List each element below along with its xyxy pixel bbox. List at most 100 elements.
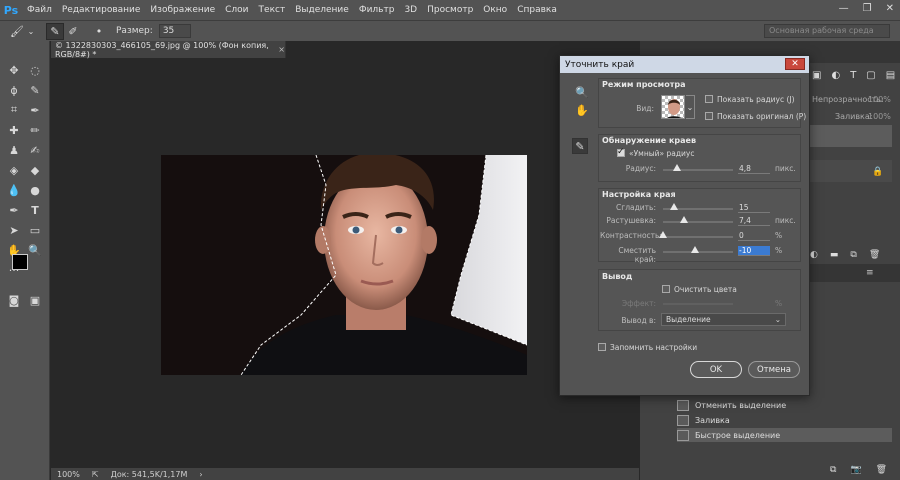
show-radius-checkbox[interactable] [705,95,713,103]
menu-item-9[interactable]: Окно [478,5,512,15]
dialog-title-bar[interactable]: Уточнить край ✕ [560,56,809,73]
history-item-active[interactable]: Быстрое выделение [677,428,892,442]
history-step-icon [677,399,689,411]
folder-icon[interactable]: ▬ [830,250,839,260]
contrast-slider-track[interactable] [663,236,733,238]
lasso-tool-icon[interactable]: ϕ [5,81,23,99]
shift-edge-value[interactable]: -10 [738,246,770,256]
shape-filter-icon[interactable]: ▢ [866,70,875,81]
blur-tool-icon[interactable]: 💧 [5,181,23,199]
chevron-right-icon[interactable]: › [199,470,202,479]
trash-icon[interactable]: 🗑 [876,465,887,475]
cancel-button[interactable]: Отмена [748,361,800,378]
menu-item-6[interactable]: Фильтр [354,5,400,15]
chevron-down-icon[interactable]: ⌄ [26,23,36,40]
dialog-close-button[interactable]: ✕ [785,58,805,70]
layer-row-selected[interactable] [810,125,892,147]
size-input[interactable]: 35 [158,24,191,38]
path-selection-icon[interactable]: ➤ [5,221,23,239]
brush-new-selection-icon[interactable]: ✎ [46,22,64,40]
rectangle-tool-icon[interactable]: ▭ [26,221,44,239]
menu-item-5[interactable]: Выделение [290,5,354,15]
camera-icon[interactable]: 📷 [850,465,861,475]
adjustment-layer-icon[interactable]: ◐ [810,250,818,260]
menu-item-8[interactable]: Просмотр [422,5,478,15]
feather-value[interactable]: 7,4 [738,216,770,226]
type-tool-icon[interactable]: T [26,201,44,219]
menu-item-7[interactable]: 3D [399,5,422,15]
menu-item-3[interactable]: Слои [220,5,253,15]
remember-settings-checkbox[interactable] [598,343,606,351]
trash-icon[interactable]: 🗑 [869,250,880,260]
brush-erase-icon[interactable]: ✐ [64,23,82,40]
quick-mask-icon[interactable]: ◙ [5,291,23,309]
menu-item-4[interactable]: Текст [254,5,291,15]
clone-stamp-icon[interactable]: ♟ [5,141,23,159]
type-filter-icon[interactable]: T [850,70,856,81]
zoom-tool-icon[interactable]: 🔍 [26,241,44,259]
screen-mode-icon[interactable]: ▣ [26,291,44,309]
menu-bar: Ps Файл Редактирование Изображение Слои Текс… [0,0,900,20]
amount-label: Эффект: [621,299,656,308]
menu-item-2[interactable]: Изображение [145,5,220,15]
shift-edge-slider-thumb[interactable] [690,246,699,253]
close-tab-icon[interactable]: × [278,45,285,54]
feather-slider-track[interactable] [663,221,733,223]
image-canvas[interactable] [161,155,527,375]
eraser-tool-icon[interactable]: ◈ [5,161,23,179]
marquee-tool-icon[interactable]: ◌ [26,61,44,79]
window-controls: — ❐ ✕ [839,3,894,14]
fill-value[interactable]: 100% [868,112,891,121]
adjustment-filter-icon[interactable]: ◐ [831,70,840,81]
close-window-button[interactable]: ✕ [886,3,894,14]
menu-item-10[interactable]: Справка [512,5,562,15]
radius-value[interactable]: 4,8 [738,164,770,174]
document-tab[interactable]: © 1322830303_466105_69.jpg @ 100% (Фон к… [51,41,286,59]
brush-tool-icon[interactable]: ✏ [26,121,44,139]
move-tool-icon[interactable]: ✥ [5,61,23,79]
pen-tool-icon[interactable]: ✒ [5,201,23,219]
dodge-tool-icon[interactable]: ● [26,181,44,199]
menu-item-1[interactable]: Редактирование [57,5,146,15]
smooth-slider-thumb[interactable] [669,203,678,210]
new-layer-icon[interactable]: ⧉ [850,250,856,260]
quick-selection-icon[interactable]: ✎ [26,81,44,99]
brush-preset-icon[interactable]: • [90,23,108,40]
zoom-tool-icon[interactable]: 🔍 [574,84,590,100]
output-to-select[interactable]: Выделение ⌄ [661,313,786,326]
history-item[interactable]: Заливка [677,413,892,427]
zoom-level[interactable]: 100% [57,470,80,479]
hand-tool-icon[interactable]: ✋ [574,102,590,118]
history-brush-icon[interactable]: ✍ [26,141,44,159]
smart-filter-icon[interactable]: ▤ [886,70,895,81]
new-document-from-state-icon[interactable]: ⧉ [830,465,836,475]
radius-slider-thumb[interactable] [673,164,681,171]
ok-button[interactable]: OK [690,361,742,378]
smart-radius-checkbox[interactable] [617,147,625,157]
opacity-value[interactable]: 100% [868,95,891,104]
contrast-value[interactable]: 0 [738,231,770,241]
crop-tool-icon[interactable]: ⌗ [5,101,23,119]
refine-radius-tool-icon[interactable]: ✎ [572,138,588,154]
feather-unit: пикс. [775,216,796,225]
foreground-color-swatch[interactable] [12,254,28,270]
contrast-slider-thumb[interactable] [659,231,667,238]
show-original-checkbox[interactable] [705,112,713,120]
paint-bucket-icon[interactable]: ◆ [26,161,44,179]
view-mode-thumbnail[interactable] [661,95,685,119]
pixel-filter-icon[interactable]: ▣ [812,70,821,81]
export-icon[interactable]: ⇱ [92,470,99,479]
feather-slider-thumb[interactable] [680,216,688,223]
smooth-value[interactable]: 15 [738,203,770,213]
workspace-select[interactable]: Основная рабочая среда [764,24,890,38]
quick-selection-tool-icon[interactable]: 🖌 [8,23,26,40]
eyedropper-tool-icon[interactable]: ✒ [26,101,44,119]
view-dropdown-chevron-icon[interactable]: ⌄ [686,95,695,119]
history-item[interactable]: Отменить выделение [677,398,892,412]
minimize-button[interactable]: — [839,3,849,14]
decontaminate-checkbox[interactable] [662,285,670,293]
panel-menu-icon[interactable]: ≡ [866,268,874,278]
maximize-button[interactable]: ❐ [863,3,872,14]
healing-brush-icon[interactable]: ✚ [5,121,23,139]
menu-item-0[interactable]: Файл [22,5,57,15]
